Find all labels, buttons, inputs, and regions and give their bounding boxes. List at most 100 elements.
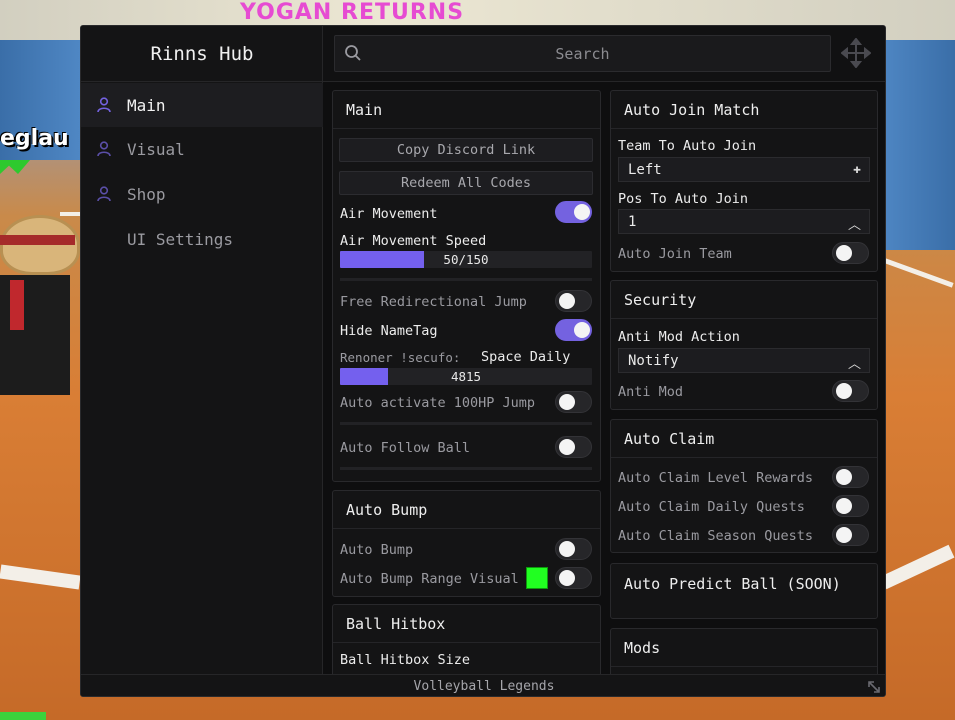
resize-icon[interactable] — [866, 679, 882, 696]
divider — [340, 467, 592, 470]
sidebar-item-ui-settings[interactable]: UI Settings — [81, 217, 323, 261]
dropdown-value: 1 — [628, 213, 637, 230]
divider — [340, 422, 592, 425]
panel-title: Security — [611, 281, 877, 319]
panel-title: Main — [333, 91, 600, 129]
range-visual-toggle[interactable] — [555, 567, 592, 589]
hitbox-size-label: Ball Hitbox Size — [340, 652, 471, 668]
user-icon — [81, 141, 127, 157]
user-icon — [81, 186, 127, 202]
anti-mod-action-dropdown[interactable]: Notify ︿ — [618, 348, 870, 373]
pos-label: Pos To Auto Join — [618, 191, 749, 207]
panel-title: Ball Hitbox — [333, 605, 600, 643]
range-visual-label: Auto Bump Range Visual — [340, 571, 519, 587]
air-movement-label: Air Movement — [340, 206, 438, 222]
court-line — [881, 257, 954, 288]
air-speed-label: Air Movement Speed — [340, 233, 487, 249]
toggle-knob — [559, 570, 575, 586]
auto-claim-panel: Auto Claim Auto Claim Level Rewards Auto… — [610, 419, 878, 553]
divider — [340, 278, 592, 281]
toggle-knob — [559, 439, 575, 455]
toggle-knob — [574, 322, 590, 338]
claim-daily-toggle[interactable] — [832, 495, 869, 517]
toggle-knob — [559, 541, 575, 557]
toggle-knob — [836, 383, 852, 399]
hide-nametag-toggle[interactable] — [555, 319, 592, 341]
team-dropdown[interactable]: Left ✚ — [618, 157, 870, 182]
anti-mod-label: Anti Mod — [618, 384, 684, 400]
hub-title: Rinns Hub — [81, 26, 323, 82]
auto-100hp-toggle[interactable] — [555, 391, 592, 413]
plus-icon: ✚ — [853, 162, 861, 177]
toggle-knob — [836, 498, 852, 514]
redeem-codes-button[interactable]: Redeem All Codes — [339, 171, 593, 195]
auto-follow-label: Auto Follow Ball — [340, 440, 471, 456]
sidebar-item-visual[interactable]: Visual — [81, 127, 323, 171]
sidebar-item-label: Shop — [127, 184, 166, 204]
footer: Volleyball Legends — [81, 674, 885, 696]
court-line — [880, 544, 955, 590]
search-placeholder: Search — [555, 44, 610, 63]
chevron-up-icon: ︿ — [847, 357, 861, 372]
court-line — [0, 564, 81, 590]
slider-value: 4815 — [450, 369, 482, 384]
player-tie — [10, 280, 24, 330]
sidebar-item-label: Visual — [127, 139, 185, 159]
toggle-knob — [559, 394, 575, 410]
team-label: Team To Auto Join — [618, 138, 757, 154]
space-daily-ghost-label: Renoner !secufo: — [340, 350, 461, 365]
auto-bump-toggle[interactable] — [555, 538, 592, 560]
auto-100hp-label: Auto activate 100HP Jump — [340, 395, 536, 411]
hide-nametag-label: Hide NameTag — [340, 323, 438, 339]
topbar: Search — [323, 26, 885, 82]
predict-panel: Auto Predict Ball (SOON) — [610, 563, 878, 619]
dropdown-value: Left — [628, 161, 662, 178]
game-lockers-right — [880, 40, 955, 250]
ball-hitbox-panel: Ball Hitbox Ball Hitbox Size — [332, 604, 601, 684]
dropdown-value: Notify — [628, 352, 679, 369]
sidebar-item-shop[interactable]: Shop — [81, 172, 323, 216]
space-daily-slider[interactable]: 4815 — [340, 368, 592, 385]
claim-season-label: Auto Claim Season Quests — [618, 528, 814, 544]
main-panel: Main Copy Discord Link Redeem All Codes … — [332, 90, 601, 482]
panel-title: Auto Join Match — [611, 91, 877, 129]
panel-title: Auto Predict Ball (SOON) — [624, 575, 841, 593]
claim-level-label: Auto Claim Level Rewards — [618, 470, 814, 486]
sidebar-item-main[interactable]: Main — [81, 83, 323, 127]
hub-window: Rinns Hub Main Visual Shop UI Settings S… — [80, 25, 886, 697]
claim-season-toggle[interactable] — [832, 524, 869, 546]
pos-dropdown[interactable]: 1 ︿ — [618, 209, 870, 234]
player-health-marker — [0, 160, 30, 174]
search-input[interactable]: Search — [334, 35, 831, 72]
toggle-knob — [559, 293, 575, 309]
range-color-picker[interactable] — [526, 567, 548, 589]
game-name: Volleyball Legends — [413, 679, 555, 694]
copy-discord-button[interactable]: Copy Discord Link — [339, 138, 593, 162]
auto-follow-toggle[interactable] — [555, 436, 592, 458]
air-speed-slider[interactable]: 50/150 — [340, 251, 592, 268]
anti-mod-toggle[interactable] — [832, 380, 869, 402]
free-jump-toggle[interactable] — [555, 290, 592, 312]
panel-title: Auto Claim — [611, 420, 877, 458]
toggle-knob — [836, 527, 852, 543]
player-nametag: eglau — [0, 126, 69, 151]
player-hat-band — [0, 235, 75, 245]
toggle-knob — [836, 245, 852, 261]
move-icon[interactable] — [840, 37, 872, 72]
auto-join-team-label: Auto Join Team — [618, 246, 732, 262]
toggle-knob — [574, 204, 590, 220]
auto-join-team-toggle[interactable] — [832, 242, 869, 264]
sidebar-item-label: Main — [127, 95, 166, 115]
game-player-character — [0, 200, 80, 400]
auto-bump-label: Auto Bump — [340, 542, 414, 558]
auto-join-panel: Auto Join Match Team To Auto Join Left ✚… — [610, 90, 878, 272]
claim-level-toggle[interactable] — [832, 466, 869, 488]
chevron-up-icon: ︿ — [847, 218, 861, 233]
user-icon — [81, 97, 127, 113]
game-hud-bar — [0, 712, 46, 720]
anti-mod-action-label: Anti Mod Action — [618, 329, 740, 345]
auto-bump-panel: Auto Bump Auto Bump Auto Bump Range Visu… — [332, 490, 601, 597]
air-movement-toggle[interactable] — [555, 201, 592, 223]
game-banner-text: YOGAN RETURNS — [240, 0, 465, 25]
space-daily-label: Space Daily — [481, 349, 571, 365]
